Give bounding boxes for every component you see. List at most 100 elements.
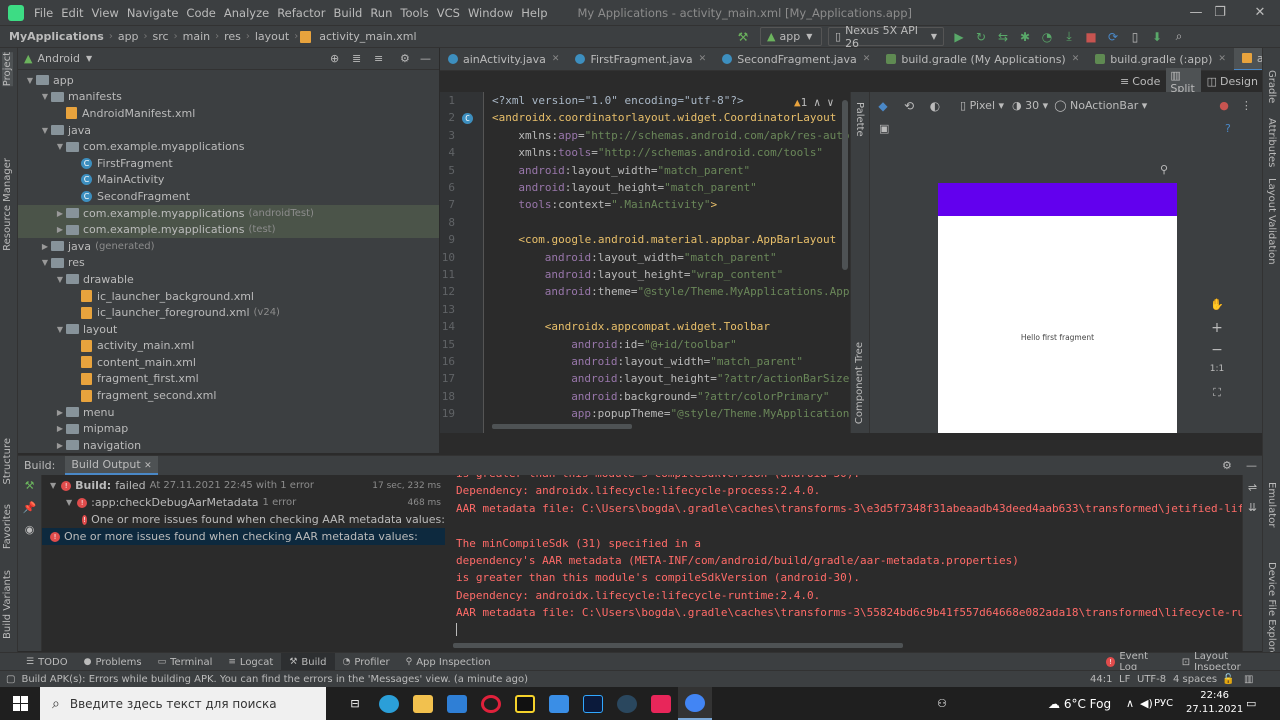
collapse-all-icon[interactable]: ≡ — [374, 52, 383, 65]
run-icon[interactable]: ▶ — [950, 28, 968, 46]
hide-icon[interactable]: — — [1246, 459, 1257, 472]
zoom-out-icon[interactable]: − — [1205, 342, 1229, 364]
locate-icon[interactable]: ⊕ — [330, 52, 339, 65]
build-tree-item[interactable]: ! One or more issues found when checking … — [18, 528, 445, 545]
menu-vcs[interactable]: VCS — [433, 6, 464, 20]
device-file-explorer-tab[interactable]: Device File Explorer — [1266, 562, 1277, 661]
breadcrumb-item[interactable]: MyApplications — [6, 30, 107, 43]
caret-position[interactable]: 44:1 — [1090, 674, 1112, 685]
build-output-tab[interactable]: Build Output ✕ — [65, 456, 158, 475]
chevron-down-icon[interactable]: ▼ — [39, 92, 51, 101]
attach-debugger-icon[interactable]: ⤓ — [1060, 28, 1078, 46]
code-editor[interactable]: 1 2 3 4 5 6 7 8 9 10 11 12 13 14 15 16 17 18 19 C <?xml ver… — [440, 92, 850, 433]
editor-tab[interactable]: build.gradle (My Applications) ✕ — [878, 48, 1087, 70]
breadcrumb-item[interactable]: layout — [252, 30, 292, 43]
component-tree-toggle-icon[interactable]: ▣ — [879, 122, 889, 135]
tree-item[interactable]: content_main.xml — [18, 354, 439, 371]
menu-navigate[interactable]: Navigate — [123, 6, 183, 20]
maximize-button[interactable]: ❐ — [1200, 0, 1240, 25]
apply-code-changes-icon[interactable]: ⇆ — [994, 28, 1012, 46]
chevron-down-icon[interactable]: ▼ — [50, 481, 56, 490]
tool-tab-todo[interactable]: ☰ TODO — [18, 653, 76, 672]
horizontal-scrollbar[interactable] — [492, 424, 632, 429]
chevron-down-icon[interactable]: ▼ — [66, 498, 72, 507]
gradle-tab[interactable]: Gradle — [1266, 70, 1277, 103]
tree-item[interactable]: fragment_first.xml — [18, 371, 439, 388]
project-view-select[interactable]: Android — [37, 52, 80, 65]
editor-tab[interactable]: SecondFragment.java ✕ — [714, 48, 878, 70]
sync-gradle-icon[interactable]: ⟳ — [1104, 28, 1122, 46]
layout-inspector-tab[interactable]: ⊡ Layout Inspector — [1174, 651, 1280, 673]
jetbrains-icon[interactable] — [644, 687, 678, 720]
close-icon[interactable]: ✕ — [699, 54, 707, 64]
device-select[interactable]: ▯ Pixel ▾ — [960, 99, 1004, 112]
pan-icon[interactable]: ✋ — [1205, 298, 1229, 320]
chevron-down-icon[interactable]: ▼ — [54, 325, 66, 334]
attributes-tab[interactable]: Attributes — [1266, 118, 1277, 167]
chevron-right-icon[interactable]: ▶ — [54, 408, 66, 417]
file-encoding[interactable]: UTF-8 — [1137, 674, 1166, 685]
mail-icon[interactable] — [440, 687, 474, 720]
tree-item[interactable]: ▶ mipmap — [18, 420, 439, 437]
layers-icon[interactable]: ◆ — [874, 97, 892, 115]
component-tree-tab[interactable]: Component Tree — [854, 342, 865, 424]
tree-item[interactable]: activity_main.xml — [18, 338, 439, 355]
breadcrumb-item[interactable]: src — [150, 30, 172, 43]
tool-tab-app-inspection[interactable]: ⚲ App Inspection — [398, 653, 499, 672]
menu-file[interactable]: File — [30, 6, 57, 20]
zoom-actual-icon[interactable]: 1:1 — [1205, 364, 1229, 386]
tree-item[interactable]: ▼ layout — [18, 321, 439, 338]
gear-icon[interactable]: ⚙ — [1222, 459, 1232, 472]
task-view-icon[interactable]: ⊟ — [338, 687, 372, 720]
hammer-icon[interactable]: ⚒ — [734, 28, 752, 46]
tree-item[interactable]: ▼ com.example.myapplications — [18, 138, 439, 155]
error-icon[interactable]: ● — [1219, 99, 1229, 112]
chevron-down-icon[interactable]: ▼ — [24, 76, 36, 85]
close-icon[interactable]: ✕ — [144, 461, 152, 471]
breadcrumb-item[interactable]: app — [115, 30, 142, 43]
clock[interactable]: 22:46 27.11.2021 — [1186, 689, 1243, 717]
lock-icon[interactable]: 🔓 — [1222, 674, 1234, 685]
menu-edit[interactable]: Edit — [57, 6, 87, 20]
editor-tab[interactable]: build.gradle (:app) ✕ — [1087, 48, 1234, 70]
help-icon[interactable]: ? — [1225, 122, 1231, 135]
resource-manager-tab[interactable]: Resource Manager — [2, 158, 13, 251]
pin-icon[interactable]: 📌 — [18, 497, 41, 519]
rider-icon[interactable] — [508, 687, 542, 720]
tree-item[interactable]: ▼ app — [18, 72, 439, 89]
photoshop-icon[interactable] — [576, 687, 610, 720]
tree-item[interactable]: ▼ res — [18, 255, 439, 272]
tree-item[interactable]: ▶ com.example.myapplications (androidTest) — [18, 204, 439, 222]
gear-icon[interactable]: ⚙ — [400, 52, 410, 65]
tool-windows-icon[interactable]: ▢ — [6, 674, 15, 685]
menu-help[interactable]: Help — [517, 6, 551, 20]
tool-tab-profiler[interactable]: ◔ Profiler — [335, 653, 398, 672]
android-studio-taskbar-icon[interactable] — [678, 687, 712, 720]
indent-setting[interactable]: 4 spaces — [1173, 674, 1217, 685]
theme-select[interactable]: ◯ NoActionBar ▾ — [1054, 99, 1147, 112]
chevron-right-icon[interactable]: ▶ — [54, 225, 66, 234]
design-view-button[interactable]: Design — [1220, 75, 1258, 88]
file-explorer-icon[interactable] — [406, 687, 440, 720]
tool-tab-build[interactable]: ⚒ Build — [281, 652, 335, 672]
layout-validation-tab[interactable]: Layout Validation — [1266, 178, 1277, 265]
build-output-console[interactable]: is greater than this module's compileSdk… — [445, 475, 1242, 651]
build-tree-item[interactable]: ▼! Build: failed At 27.11.2021 22:45 with 1… — [18, 477, 445, 494]
chevron-right-icon[interactable]: ▶ — [39, 242, 51, 251]
menu-view[interactable]: View — [88, 6, 123, 20]
tree-item[interactable]: ▶ com.example.myapplications (test) — [18, 221, 439, 238]
chevron-down-icon[interactable]: ▼ — [54, 142, 66, 151]
eye-icon[interactable]: ◉ — [18, 519, 41, 541]
favorites-tab[interactable]: Favorites — [2, 504, 13, 549]
menu-build[interactable]: Build — [329, 6, 366, 20]
close-icon[interactable]: ✕ — [1218, 54, 1226, 64]
notifications-icon[interactable]: ▭ — [1246, 697, 1256, 710]
editor-tab[interactable]: FirstFragment.java ✕ — [567, 48, 714, 70]
scroll-to-end-icon[interactable]: ⇊ — [1243, 497, 1262, 519]
vertical-scrollbar[interactable] — [842, 100, 848, 270]
apply-changes-icon[interactable]: ↻ — [972, 28, 990, 46]
tree-item[interactable]: ▶ java (generated) — [18, 238, 439, 255]
inspection-widget[interactable]: ▲1 ∧ ∨ — [790, 96, 838, 109]
opera-icon[interactable] — [474, 687, 508, 720]
night-mode-icon[interactable]: ◐ — [926, 97, 944, 115]
